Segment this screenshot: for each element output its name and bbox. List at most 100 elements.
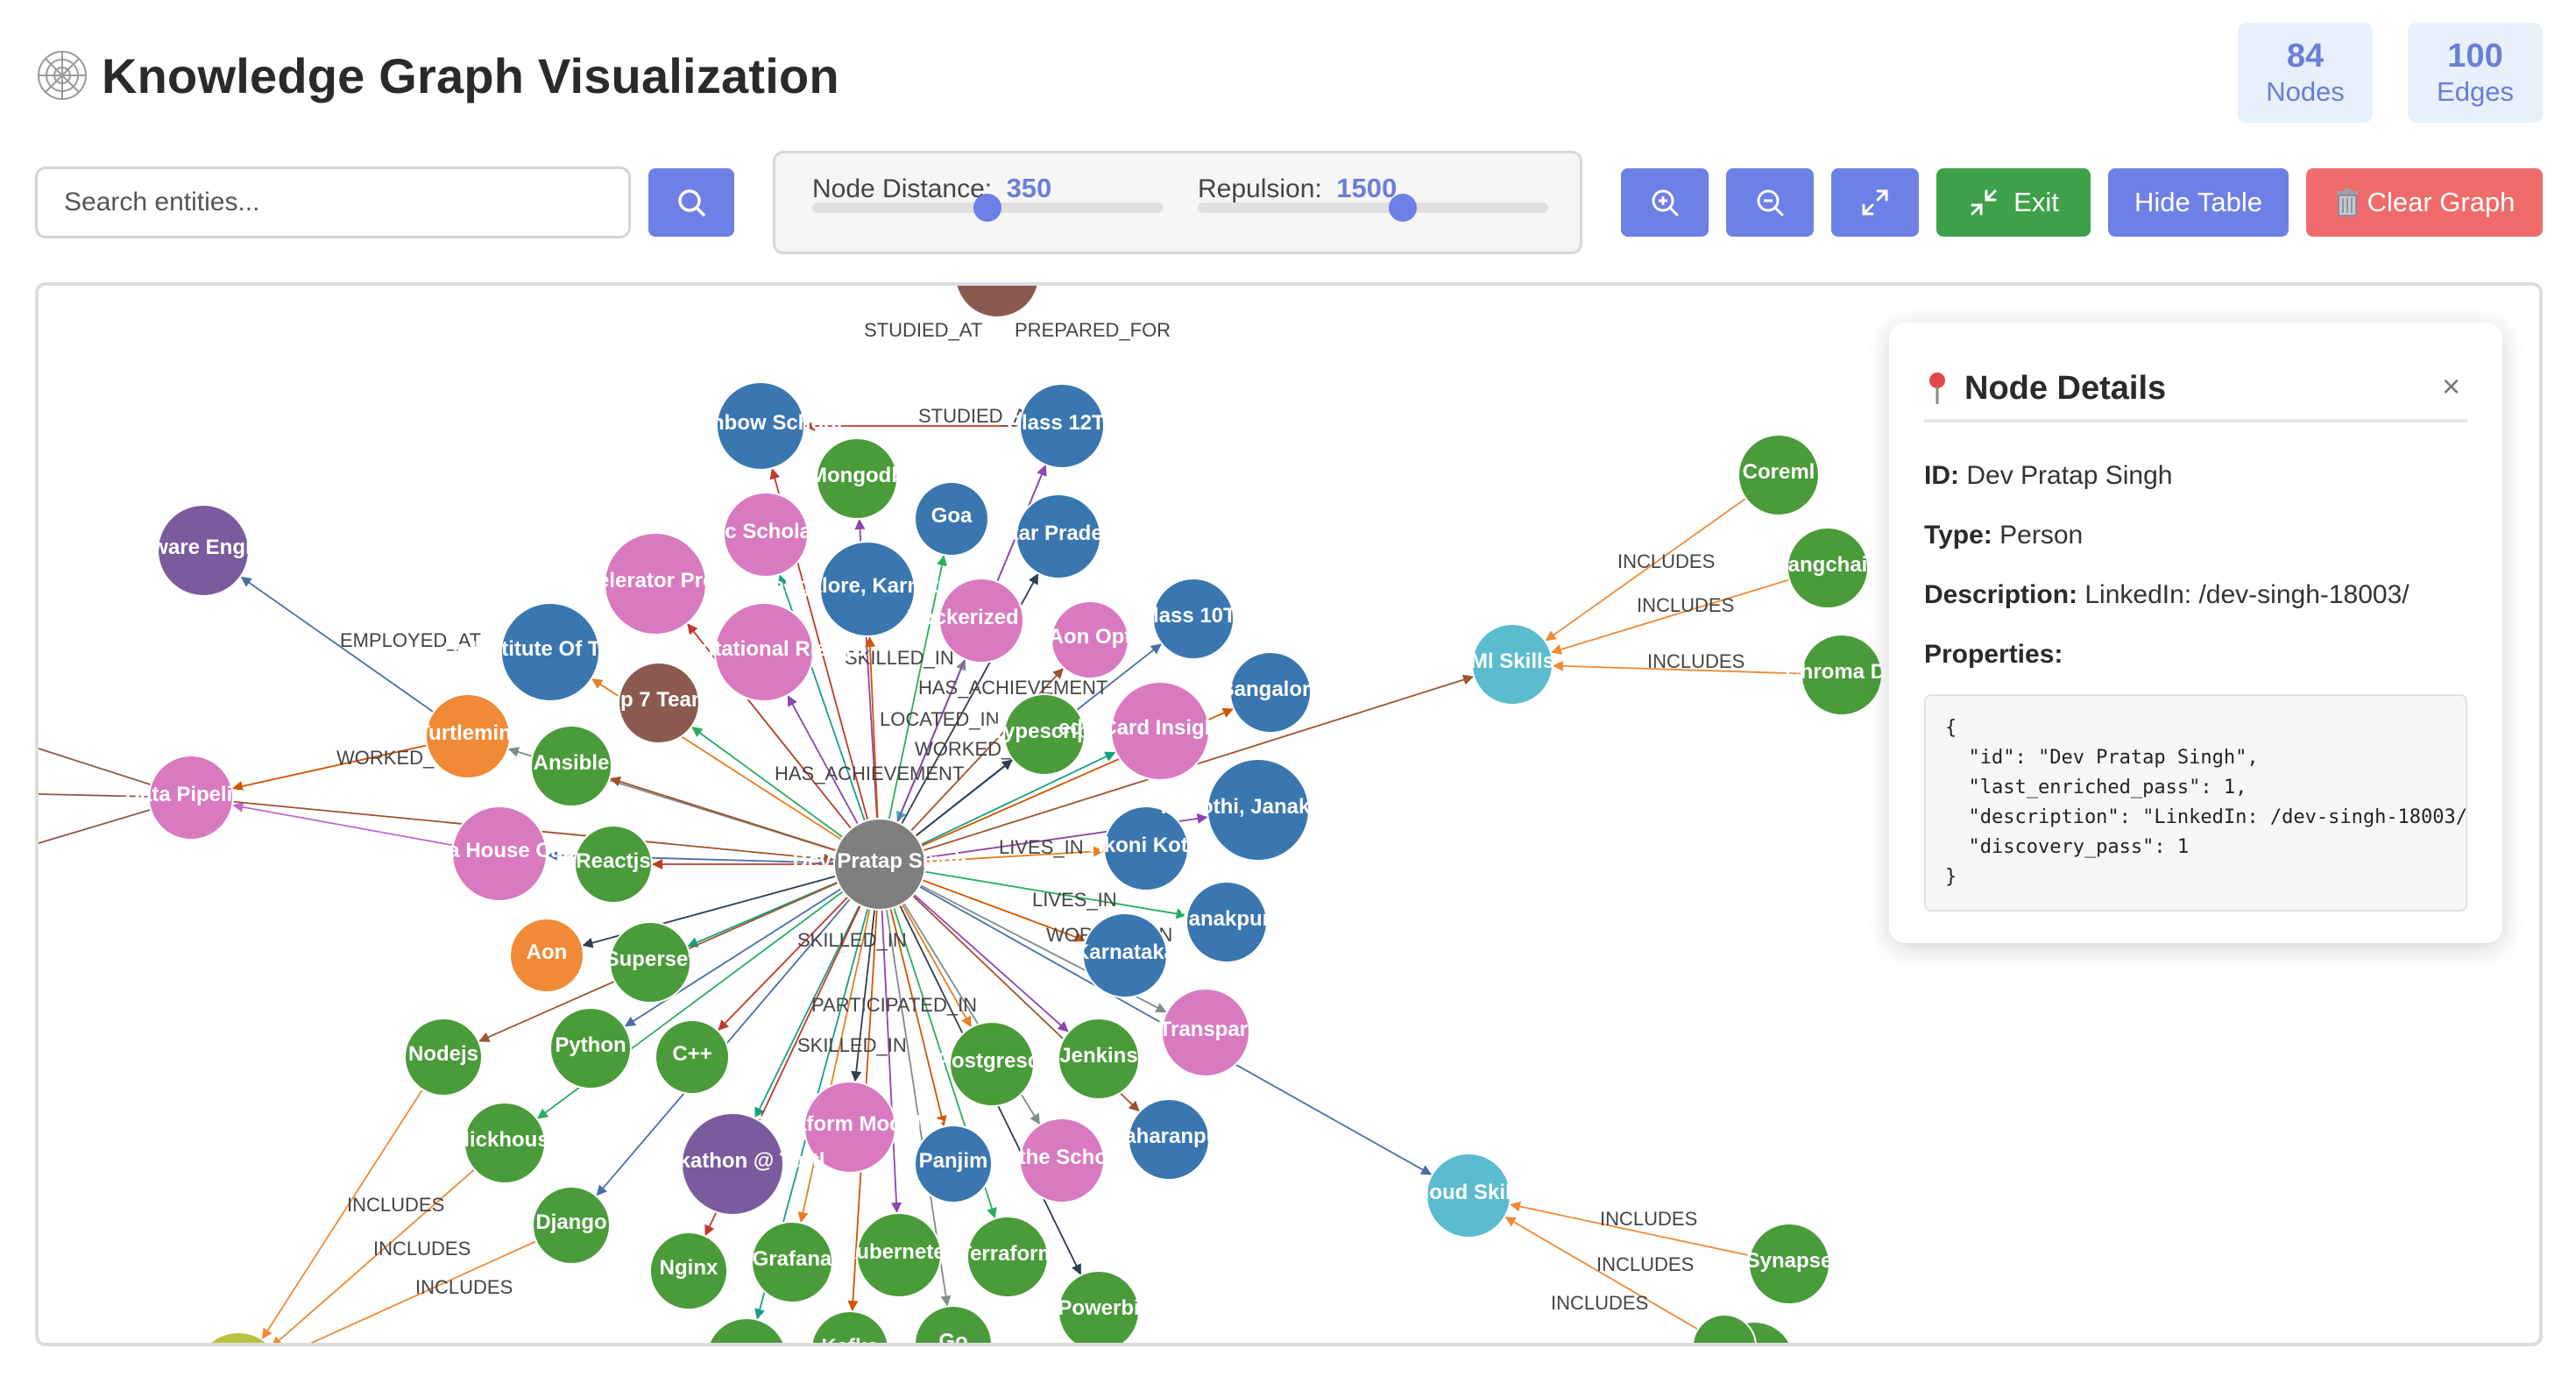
graph-node[interactable]: Django <box>532 1186 611 1265</box>
node-label: Superset <box>605 947 696 971</box>
node-label: Accelerator Project <box>559 569 752 593</box>
edge-arrowhead <box>891 1202 902 1214</box>
graph-node[interactable]: Reactjs <box>574 825 653 904</box>
graph-node[interactable]: Ml Skills <box>1470 623 1554 706</box>
edge-label: INCLUDES <box>347 1194 444 1216</box>
edge-arrowhead <box>1545 630 1557 642</box>
detail-type-value: Person <box>1999 521 2084 550</box>
graph-node[interactable]: Aon <box>509 918 584 993</box>
detail-type-label: Type: <box>1924 521 1992 550</box>
graph-node[interactable]: Rainbow School <box>679 381 843 471</box>
edge-label: INCLUDES <box>1551 1292 1648 1314</box>
node-details-title: Node Details <box>1964 369 2167 407</box>
graph-node[interactable]: Jenkins <box>1058 1018 1140 1100</box>
graph-node[interactable]: Coreml <box>1737 434 1820 516</box>
search-input[interactable] <box>35 167 631 238</box>
search-button[interactable] <box>648 168 734 237</box>
graph-node[interactable]: Pay Transparency <box>1115 988 1296 1077</box>
fit-view-button[interactable] <box>1831 168 1919 237</box>
close-icon[interactable]: × <box>2442 368 2460 405</box>
node-label: ishna House Capta <box>405 839 595 862</box>
graph-node[interactable]: Mongodb <box>810 437 904 520</box>
node-label: Clickhouse <box>449 1128 561 1152</box>
node-label: Synapse <box>1746 1249 1833 1273</box>
node-label: Class 12Th <box>1007 411 1118 435</box>
node-label: Kafka <box>821 1335 879 1343</box>
edge-arrowhead <box>1150 643 1162 655</box>
node-distance-label: Node Distance: <box>812 174 993 203</box>
graph-node[interactable]: C++ <box>655 1019 730 1095</box>
zoom-out-button[interactable] <box>1726 168 1814 237</box>
graph-node[interactable]: Synapse <box>1746 1223 1833 1305</box>
edge-arrowhead <box>1461 674 1475 685</box>
graph-node[interactable]: Grafana <box>751 1221 833 1303</box>
detail-id: ID: Dev Pratap Singh <box>1924 461 2172 491</box>
edge-label: SKILLED_IN <box>797 929 907 951</box>
graph-node[interactable]: Data Pipeline <box>125 755 258 841</box>
exit-label: Exit <box>2013 187 2059 217</box>
graph-node[interactable]: Nodejs <box>404 1018 483 1096</box>
node-label: Rainbow School <box>679 411 843 435</box>
node-circle[interactable] <box>706 1317 787 1343</box>
graph-node[interactable]: Uttar Pradesh <box>989 493 1128 579</box>
graph-node[interactable]: Langchain <box>1775 527 1880 609</box>
graph-node[interactable]: Kafka <box>810 1310 889 1343</box>
node-label: Mongodb <box>810 464 904 487</box>
graph-node[interactable]: Web-Dev Skills <box>163 1331 314 1343</box>
zoom-out-icon <box>1757 189 1784 216</box>
graph-node[interactable]: Chroma Db <box>1785 634 1899 716</box>
edge-arrowhead <box>987 1206 997 1219</box>
node-label: Top 7 Teams <box>596 688 721 712</box>
graph-node[interactable]: Software Engineer <box>111 504 296 597</box>
graph-node[interactable]: Top 7 Teams <box>596 662 722 744</box>
edge-label: HAS_ACHIEVEMENT <box>918 677 1108 699</box>
hide-table-button[interactable]: Hide Table <box>2108 168 2289 237</box>
exit-fullscreen-button[interactable]: Exit <box>1936 168 2091 237</box>
edge-arrowhead <box>797 1211 809 1224</box>
graph-node[interactable]: Goa <box>914 481 989 557</box>
clear-graph-button[interactable]: Clear Graph <box>2306 168 2543 237</box>
partial-node[interactable] <box>1692 1314 1757 1343</box>
graph-node[interactable]: Terraform <box>959 1216 1057 1298</box>
graph-node[interactable]: Kubernetes <box>841 1212 957 1298</box>
edge-arrowhead <box>691 727 704 738</box>
node-label: Django <box>535 1210 606 1234</box>
graph-node[interactable]: Powerbi <box>1058 1270 1140 1343</box>
node-distance-slider[interactable] <box>812 194 1163 222</box>
graph-node[interactable]: Itc Scholar <box>712 492 820 578</box>
graph-node[interactable]: Python <box>549 1007 632 1089</box>
edge-arrowhead <box>854 518 866 530</box>
pin-icon <box>1929 373 1945 404</box>
node-label: Dev Pratap Singh <box>793 849 967 873</box>
node-label: C++ <box>672 1042 711 1066</box>
edge-arrowhead <box>940 1295 952 1307</box>
edge-label: INCLUDES <box>1637 594 1734 616</box>
graph-node[interactable]: Solidity <box>706 1317 787 1343</box>
header: Knowledge Graph Visualization <box>35 40 839 110</box>
node-distance-thumb[interactable] <box>973 194 1001 222</box>
edges-label: Edges <box>2437 76 2514 107</box>
graph-node[interactable]: Aon Opt <box>1049 600 1132 679</box>
partial-node[interactable] <box>955 286 1039 318</box>
node-distance-control: Node Distance: 350 <box>812 173 1051 204</box>
edge-label: PREPARED_FOR <box>1015 319 1171 341</box>
graph-node[interactable]: Panjim <box>914 1125 993 1203</box>
graph-node[interactable]: Tikoni Kothi <box>1086 805 1207 891</box>
edge-arrowhead <box>652 859 662 869</box>
graph-node[interactable]: Nginx <box>649 1231 728 1310</box>
node-label: Aon <box>527 940 568 964</box>
node-details-header: Node Details × <box>1924 358 2467 422</box>
repulsion-slider[interactable] <box>1198 194 1548 222</box>
node-label: ni Kothi, Janakpuri, <box>1161 795 1356 819</box>
zoom-in-button[interactable] <box>1621 168 1709 237</box>
detail-type: Type: Person <box>1924 521 2083 550</box>
graph-node[interactable]: Ansible <box>530 725 612 807</box>
edge-arrowhead <box>687 623 698 635</box>
graph-node[interactable]: Class 12Th <box>1007 383 1118 469</box>
node-label: Ansible <box>534 751 610 775</box>
graph-node[interactable]: Janakpuri <box>1177 881 1277 963</box>
properties-json: { "id": "Dev Pratap Singh", "last_enrich… <box>1924 694 2467 912</box>
edge-label: LIVES_IN <box>999 836 1084 858</box>
repulsion-thumb[interactable] <box>1389 194 1417 222</box>
graph-node[interactable]: Go <box>914 1305 993 1343</box>
